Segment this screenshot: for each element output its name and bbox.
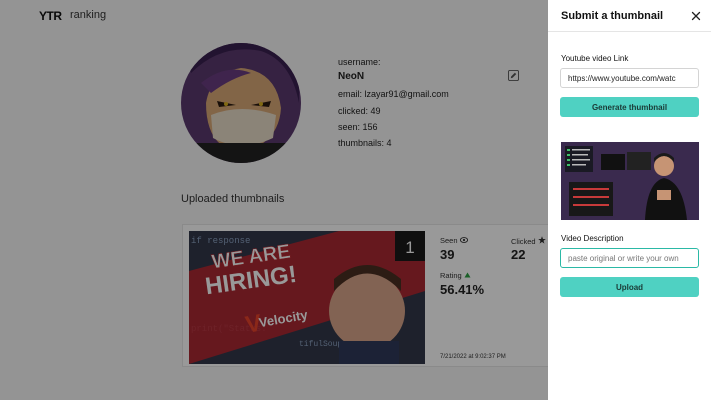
preview-image xyxy=(561,142,699,220)
youtube-link-input[interactable] xyxy=(560,68,699,88)
modal-backdrop[interactable] xyxy=(0,0,548,400)
close-icon[interactable] xyxy=(690,10,702,22)
panel-divider xyxy=(548,31,711,32)
submit-thumbnail-panel: Submit a thumbnail Youtube video Link Ge… xyxy=(548,0,711,400)
youtube-link-label: Youtube video Link xyxy=(561,54,629,63)
upload-button[interactable]: Upload xyxy=(560,277,699,297)
video-description-label: Video Description xyxy=(561,234,624,243)
video-description-input[interactable] xyxy=(560,248,699,268)
generated-thumbnail-preview xyxy=(561,142,699,220)
generate-thumbnail-button[interactable]: Generate thumbnail xyxy=(560,97,699,117)
panel-title: Submit a thumbnail xyxy=(561,10,664,22)
